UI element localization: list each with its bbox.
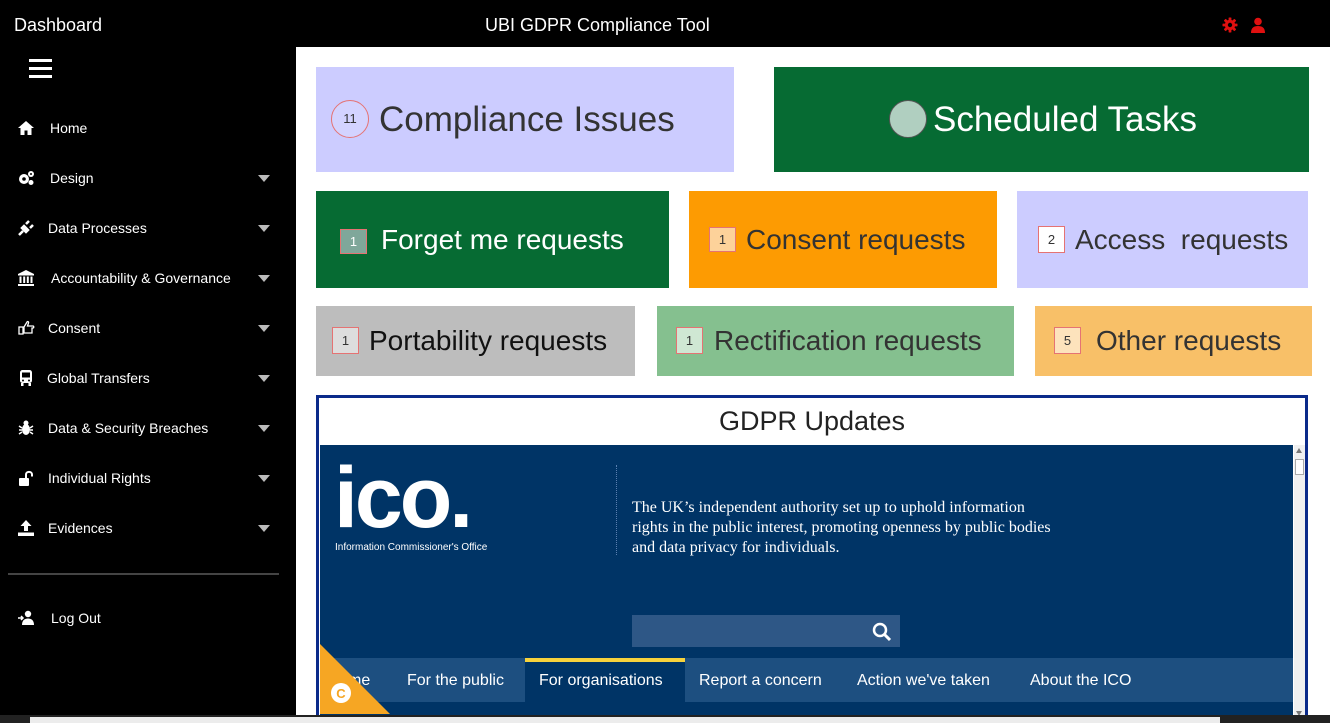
scheduled-tasks-tile[interactable]: Scheduled Tasks <box>774 67 1309 172</box>
sidebar-item-label: Home <box>50 120 88 136</box>
sidebar-item-consent[interactable]: Consent <box>0 308 296 348</box>
access-requests-label: Access requests <box>1075 224 1289 255</box>
dashboard-title[interactable]: Dashboard <box>14 15 102 36</box>
home-icon <box>18 121 34 135</box>
sidebar-item-label: Global Transfers <box>47 370 150 386</box>
nav-report-a-concern[interactable]: Report a concern <box>699 672 822 690</box>
horizontal-scrollbar[interactable] <box>30 717 1220 723</box>
scroll-up-arrow[interactable] <box>1296 448 1302 453</box>
nav-action-taken[interactable]: Action we've taken <box>857 672 990 690</box>
bank-icon <box>18 270 34 286</box>
cookie-letter: C <box>336 686 346 701</box>
main-content: 11 Compliance Issues Scheduled Tasks 1 F… <box>296 47 1330 723</box>
user-logout-icon <box>18 610 34 625</box>
gears-icon <box>19 171 34 185</box>
unlock-icon <box>19 470 33 486</box>
ico-embedded-page: ico. Information Commissioner's Office T… <box>320 445 1293 723</box>
forget-me-requests-tile[interactable]: 1 Forget me requests <box>316 191 669 288</box>
sidebar-item-breaches[interactable]: Data & Security Breaches <box>0 408 296 448</box>
compliance-count-badge: 11 <box>331 100 369 138</box>
scheduled-count-badge <box>889 100 927 138</box>
ico-tagline: The UK’s independent authority set up to… <box>632 499 1051 556</box>
ico-logo[interactable]: ico. <box>334 455 473 541</box>
upload-icon <box>18 520 34 536</box>
sidebar-item-home[interactable]: Home <box>0 108 296 148</box>
logout-label: Log Out <box>51 610 101 626</box>
gdpr-updates-panel: GDPR Updates ico. Information Commission… <box>316 395 1308 723</box>
app-title: UBI GDPR Compliance Tool <box>485 15 710 35</box>
header-divider <box>616 465 617 555</box>
plug-icon <box>18 220 34 236</box>
rectification-count-badge: 1 <box>676 327 703 354</box>
bug-icon <box>18 420 34 435</box>
window-bottom-edge <box>0 715 1330 723</box>
scheduled-tasks-label: Scheduled Tasks <box>933 100 1197 139</box>
chevron-down-icon <box>258 525 270 532</box>
bus-icon <box>20 370 32 386</box>
hand-pointer-icon <box>18 320 35 335</box>
other-requests-tile[interactable]: 5 Other requests <box>1035 306 1312 376</box>
sidebar: Home Design Data Processes Accountabilit… <box>0 47 296 723</box>
search-icon[interactable] <box>872 622 892 642</box>
consent-requests-label: Consent requests <box>746 224 966 255</box>
sidebar-item-evidences[interactable]: Evidences <box>0 508 296 548</box>
nav-about-ico[interactable]: About the ICO <box>1030 672 1131 690</box>
ico-search-input[interactable] <box>632 615 900 647</box>
scroll-thumb[interactable] <box>1295 459 1304 475</box>
ico-nav-bar: me For the public For organisations Repo… <box>320 658 1293 702</box>
gear-icon[interactable] <box>1222 17 1238 33</box>
sidebar-item-design[interactable]: Design <box>0 158 296 198</box>
sidebar-divider <box>8 573 279 575</box>
rectification-requests-label: Rectification requests <box>714 325 982 356</box>
ico-logo-subtitle: Information Commissioner's Office <box>335 542 488 553</box>
forget-count-badge: 1 <box>340 229 367 254</box>
cookie-consent-badge[interactable]: C <box>320 644 390 714</box>
top-bar: Dashboard UBI GDPR Compliance Tool <box>0 0 1330 47</box>
rectification-requests-tile[interactable]: 1 Rectification requests <box>657 306 1014 376</box>
sidebar-item-logout[interactable]: Log Out <box>0 598 296 638</box>
user-icon[interactable] <box>1251 17 1265 33</box>
embedded-scrollbar[interactable] <box>1294 445 1305 723</box>
chevron-down-icon <box>258 275 270 282</box>
other-count-badge: 5 <box>1054 327 1081 354</box>
consent-count-badge: 1 <box>709 227 736 252</box>
access-count-badge: 2 <box>1038 226 1065 253</box>
sidebar-item-label: Accountability & Governance <box>51 270 231 286</box>
chevron-down-icon <box>258 475 270 482</box>
portability-count-badge: 1 <box>332 327 359 354</box>
forget-me-label: Forget me requests <box>381 224 624 255</box>
portability-requests-tile[interactable]: 1 Portability requests <box>316 306 635 376</box>
sidebar-item-label: Data Processes <box>48 220 147 236</box>
sidebar-item-label: Design <box>50 170 94 186</box>
compliance-issues-label: Compliance Issues <box>379 100 675 139</box>
consent-requests-tile[interactable]: 1 Consent requests <box>689 191 997 288</box>
sidebar-item-individual-rights[interactable]: Individual Rights <box>0 458 296 498</box>
chevron-down-icon <box>258 375 270 382</box>
chevron-down-icon <box>258 425 270 432</box>
sidebar-item-label: Consent <box>48 320 101 336</box>
access-requests-tile[interactable]: 2 Access requests <box>1017 191 1308 288</box>
nav-for-the-public[interactable]: For the public <box>407 672 504 690</box>
hamburger-menu-icon[interactable] <box>29 59 52 79</box>
sidebar-item-label: Evidences <box>48 520 113 536</box>
gdpr-updates-title: GDPR Updates <box>718 406 906 436</box>
sidebar-item-label: Data & Security Breaches <box>48 420 209 436</box>
chevron-down-icon <box>258 175 270 182</box>
chevron-down-icon <box>258 325 270 332</box>
sidebar-item-global-transfers[interactable]: Global Transfers <box>0 358 296 398</box>
portability-requests-label: Portability requests <box>369 325 608 356</box>
sidebar-item-data-processes[interactable]: Data Processes <box>0 208 296 248</box>
nav-for-organisations[interactable]: For organisations <box>539 672 663 690</box>
sidebar-item-label: Individual Rights <box>48 470 151 486</box>
sidebar-item-accountability[interactable]: Accountability & Governance <box>0 258 296 298</box>
compliance-issues-tile[interactable]: 11 Compliance Issues <box>316 67 734 172</box>
other-requests-label: Other requests <box>1096 325 1282 356</box>
chevron-down-icon <box>258 225 270 232</box>
